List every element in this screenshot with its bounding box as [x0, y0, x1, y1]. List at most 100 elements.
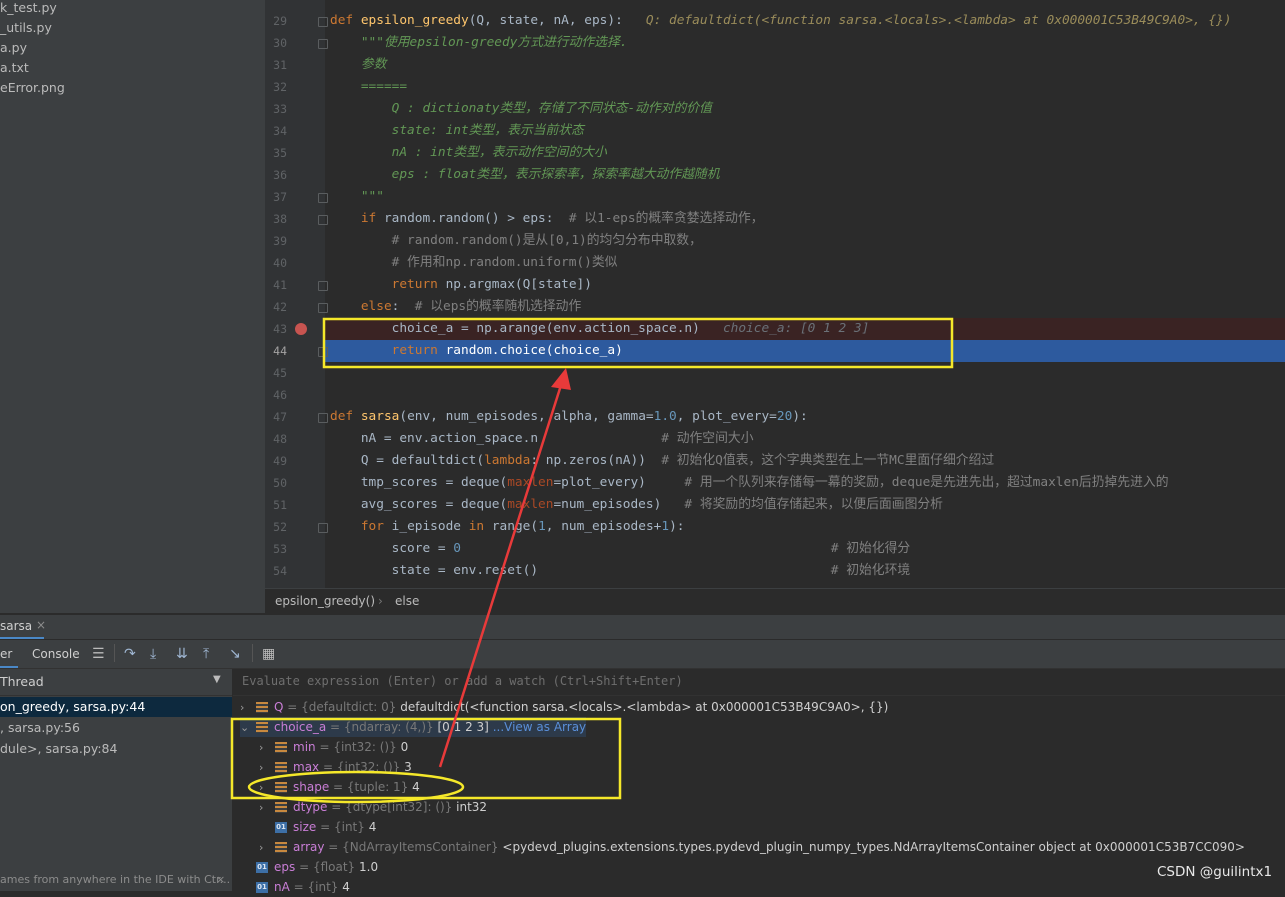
frames-hint: ames from anywhere in the IDE with Ctr..…	[0, 870, 232, 890]
variable-value: 4	[342, 880, 350, 894]
line-number: 40	[273, 256, 287, 270]
code-line: if random.random() > eps: # 以1-eps的概率贪婪选…	[360, 211, 764, 226]
fold-marker-icon[interactable]	[318, 347, 328, 357]
variables-panel: Evaluate expression (Enter) or add a wat…	[233, 669, 1285, 894]
line-number: 49	[273, 454, 287, 468]
close-icon[interactable]: ×	[216, 870, 225, 890]
debug-tool-tabs: sarsa ×	[0, 614, 1285, 639]
variable-row[interactable]: 01 nA = {int} 4	[240, 877, 350, 897]
variable-row[interactable]: › array = {NdArrayItemsContainer} <pydevd…	[259, 837, 1245, 857]
line-number: 29	[273, 14, 287, 28]
variable-name: nA	[274, 880, 290, 894]
variable-type: = {float}	[299, 860, 356, 874]
variable-type: = {int32: ()}	[319, 740, 397, 754]
variable-row[interactable]: › shape = {tuple: 1} 4	[259, 777, 420, 797]
project-file-item[interactable]: a.txt	[0, 58, 29, 78]
line-number: 52	[273, 520, 287, 534]
variable-value: 1.0	[359, 860, 379, 874]
fold-marker-icon[interactable]	[318, 17, 328, 27]
fold-marker-icon[interactable]	[318, 303, 328, 313]
code-line: nA : int类型，表示动作空间的大小	[391, 145, 607, 160]
run-config-tab[interactable]: sarsa ×	[0, 615, 46, 639]
variable-type: = {NdArrayItemsContainer}	[328, 840, 499, 854]
variable-row[interactable]: ⌄ choice_a = {ndarray: (4,)} [0 1 2 3] ..…	[240, 717, 587, 738]
variable-value: 0	[400, 740, 409, 754]
variable-row[interactable]: › min = {int32: ()} 0	[259, 737, 408, 757]
variable-name: array	[293, 840, 325, 854]
fold-marker-icon[interactable]	[318, 39, 328, 49]
evaluate-expression-field[interactable]: Evaluate expression (Enter) or add a wat…	[233, 669, 1285, 696]
expand-arrow-icon[interactable]: ›	[259, 758, 275, 778]
fold-marker-icon[interactable]	[318, 413, 328, 423]
expand-arrow-icon[interactable]: ›	[259, 798, 275, 818]
variable-value: [0 1 2 3]	[437, 720, 489, 734]
field-icon	[275, 782, 287, 793]
menu-icon[interactable]: ☰	[92, 646, 105, 662]
variable-type: = {int32: ()}	[322, 760, 401, 774]
line-number: 42	[273, 300, 287, 314]
code-line: score = 0 # 初始化得分	[330, 541, 911, 556]
fold-marker-icon[interactable]	[318, 193, 328, 203]
field-icon	[256, 722, 268, 733]
code-line: avg_scores = deque(maxlen=num_episodes) …	[330, 497, 943, 512]
line-number: 38	[273, 212, 287, 226]
breadcrumb-block[interactable]: else	[395, 594, 419, 608]
variable-row[interactable]: 01 size = {int} 4	[259, 817, 376, 837]
expand-arrow-icon[interactable]: ›	[259, 778, 275, 798]
expand-arrow-icon[interactable]: ›	[240, 698, 256, 718]
fold-marker-icon[interactable]	[318, 523, 328, 533]
primitive-value-icon: 01	[256, 862, 268, 873]
project-file-item[interactable]: _utils.py	[0, 18, 52, 38]
stack-frame[interactable]: dule>, sarsa.py:84	[0, 739, 232, 759]
table-icon[interactable]: ▦	[262, 646, 275, 662]
line-number: 34	[273, 124, 287, 138]
variable-type: = {dtype[int32]: ()}	[331, 800, 453, 814]
expand-arrow-icon[interactable]: ⌄	[240, 718, 256, 738]
variable-name: shape	[293, 780, 330, 794]
breakpoint-icon[interactable]	[295, 323, 307, 335]
code-line: def sarsa(env, num_episodes, alpha, gamm…	[330, 409, 808, 424]
field-icon	[256, 702, 268, 713]
project-file-item[interactable]: a.py	[0, 38, 27, 58]
code-line: return np.argmax(Q[state])	[391, 277, 592, 292]
expand-arrow-icon[interactable]: ›	[259, 838, 275, 858]
run-config-label: sarsa	[0, 619, 33, 633]
step-into-icon[interactable]: ⤓	[150, 646, 156, 662]
view-as-array-link[interactable]: ...View as Array	[493, 720, 586, 734]
variable-row[interactable]: › max = {int32: ()} 3	[259, 757, 412, 777]
expand-arrow-icon[interactable]: ›	[259, 738, 275, 758]
close-icon[interactable]: ×	[36, 618, 46, 632]
variable-name: dtype	[293, 800, 328, 814]
thread-selector[interactable]: Thread ▼	[0, 669, 232, 696]
code-line: eps : float类型，表示探索率，探索率越大动作越随机	[391, 167, 720, 182]
variable-name: eps	[274, 860, 296, 874]
variable-row[interactable]: › Q = {defaultdict: 0} defaultdict(<funct…	[240, 697, 888, 717]
primitive-value-icon: 01	[256, 882, 268, 893]
tab-console[interactable]: Console	[32, 647, 80, 661]
fold-marker-icon[interactable]	[318, 215, 328, 225]
chevron-down-icon[interactable]: ▼	[213, 674, 221, 685]
fold-marker-icon[interactable]	[318, 281, 328, 291]
field-icon	[275, 742, 287, 753]
code-line: choice_a = np.arange(env.action_space.n)…	[330, 321, 870, 336]
code-line: """	[360, 189, 384, 204]
variable-value: int32	[456, 800, 488, 814]
tab-debugger-label: er	[0, 647, 13, 661]
variable-value: 4	[412, 780, 420, 794]
code-line: return random.choice(choice_a)	[391, 343, 623, 358]
step-out-icon[interactable]: ⤒	[203, 646, 209, 662]
project-file-item[interactable]: k_test.py	[0, 0, 57, 18]
stack-frame[interactable]: on_greedy, sarsa.py:44	[0, 697, 232, 717]
tab-debugger[interactable]: er	[0, 640, 18, 668]
variable-row[interactable]: 01 eps = {float} 1.0	[240, 857, 378, 877]
step-into-my-code-icon[interactable]: ⇊	[176, 646, 188, 662]
run-to-cursor-icon[interactable]: ↘	[229, 646, 241, 662]
stack-frame[interactable]: , sarsa.py:56	[0, 718, 232, 738]
code-line: nA = env.action_space.n # 动作空间大小	[330, 431, 754, 446]
project-file-item[interactable]: eError.png	[0, 78, 65, 98]
toolbar-divider	[252, 644, 253, 662]
step-over-icon[interactable]: ↷	[124, 646, 136, 662]
variable-row[interactable]: › dtype = {dtype[int32]: ()} int32	[259, 797, 487, 817]
breadcrumb-function[interactable]: epsilon_greedy()	[275, 594, 375, 608]
code-line: def epsilon_greedy(Q, state, nA, eps): Q…	[330, 13, 1232, 28]
